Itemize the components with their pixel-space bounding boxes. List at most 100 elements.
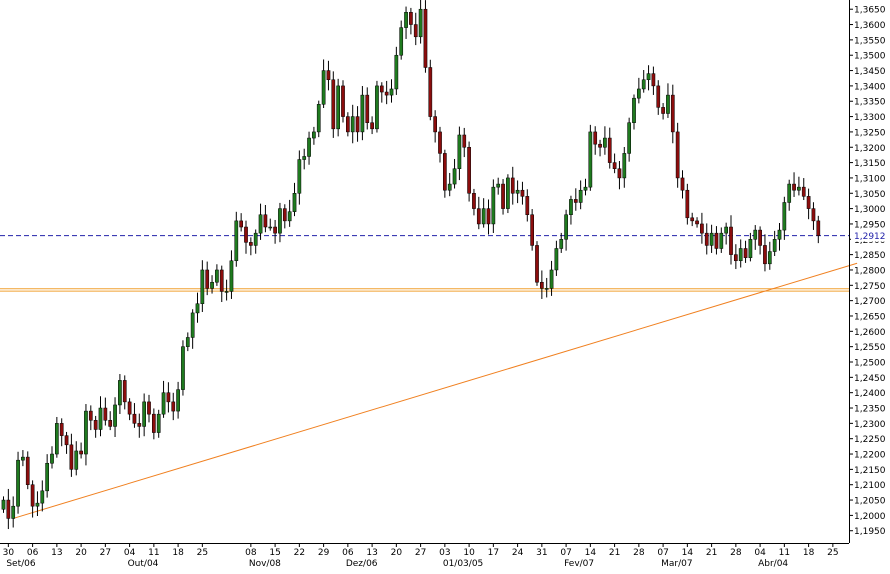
candle-body-down	[127, 401, 132, 415]
candle-body-down	[103, 407, 108, 421]
candle-body-up	[375, 85, 379, 130]
candle-body-down	[59, 423, 64, 436]
y-tick-label: 1,3200	[854, 144, 886, 154]
candle-body-down	[64, 435, 69, 446]
candle-body-down	[607, 137, 612, 163]
candle-body-up	[98, 407, 103, 430]
candle	[656, 80, 661, 115]
y-tick-label: 1,2800	[854, 266, 886, 276]
candle	[443, 149, 447, 198]
candle-body-down	[758, 229, 762, 246]
candle-body-up	[719, 232, 724, 249]
x-tick-label: 30	[3, 548, 15, 558]
candle	[777, 223, 782, 251]
y-tick-label: 1,3100	[854, 174, 886, 184]
candle	[316, 100, 321, 138]
candle	[554, 240, 559, 276]
candle-body-down	[379, 85, 384, 93]
x-tick-label: 18	[803, 548, 815, 558]
candle-body-down	[472, 193, 476, 209]
candle	[719, 227, 724, 253]
candle	[467, 141, 471, 202]
y-tick-label: 1,1950	[854, 527, 886, 537]
candle-body-down	[171, 401, 176, 412]
candle-body-down	[714, 232, 719, 249]
candle	[423, 0, 428, 73]
candle	[811, 202, 816, 230]
candle-body-up	[399, 27, 404, 56]
candle-body-up	[549, 269, 554, 289]
candle-body-up	[176, 389, 180, 412]
candle-body-down	[700, 223, 704, 234]
candle-body-up	[74, 450, 79, 470]
x-month-label: Out/04	[128, 559, 159, 569]
candle-body-up	[646, 73, 651, 81]
candle	[404, 6, 408, 39]
candle-body-down	[132, 413, 137, 424]
candle-body-down	[30, 484, 35, 507]
candle	[462, 127, 467, 158]
candle	[302, 148, 307, 170]
candle-body-up	[16, 459, 20, 507]
candle-body-up	[156, 413, 161, 433]
candle-body-up	[292, 193, 297, 212]
candle	[171, 392, 176, 421]
x-tick-label: 13	[51, 548, 62, 558]
x-tick-label: 03	[439, 548, 450, 558]
candle	[331, 71, 336, 138]
candle	[753, 225, 758, 250]
candle	[530, 209, 534, 251]
y-tick-label: 1,3000	[854, 205, 886, 215]
candle-body-up	[777, 229, 782, 240]
candle	[758, 226, 762, 255]
candle	[413, 12, 418, 46]
candle-body-up	[161, 392, 166, 415]
candle-body-down	[409, 12, 413, 25]
candle	[258, 203, 263, 240]
candle	[365, 87, 370, 130]
candle	[103, 397, 108, 426]
candle-body-down	[743, 248, 748, 258]
x-tick-label: 04	[754, 548, 766, 558]
candle-body-down	[540, 281, 544, 289]
candle	[370, 116, 374, 135]
candle-body-down	[370, 122, 374, 130]
x-tick-label: 17	[488, 548, 499, 558]
y-tick-label: 1,2750	[854, 282, 886, 292]
y-tick-label: 1,2050	[854, 497, 886, 507]
candle-body-up	[297, 159, 302, 194]
candle	[263, 204, 268, 233]
candle	[273, 219, 277, 244]
candle	[738, 239, 743, 268]
candle-body-down	[734, 254, 738, 262]
candle-body-up	[360, 94, 365, 133]
candle-body-up	[753, 229, 758, 240]
candle	[375, 80, 379, 133]
candle-body-down	[467, 147, 471, 194]
y-tick-label: 1,3600	[854, 21, 886, 31]
y-tick-label: 1,2450	[854, 374, 886, 384]
candle	[219, 265, 224, 303]
candle	[535, 241, 539, 286]
candle	[641, 70, 646, 93]
candle	[98, 396, 103, 437]
candle-body-down	[365, 94, 370, 123]
x-tick-label: 10	[463, 548, 475, 558]
candle	[816, 215, 821, 244]
candle-body-down	[651, 73, 656, 87]
candle	[297, 150, 302, 205]
candle-body-up	[224, 291, 229, 293]
candle	[603, 126, 607, 155]
y-tick-label: 1,3500	[854, 52, 886, 62]
candle-body-down	[355, 116, 360, 133]
candle-body-down	[423, 8, 428, 68]
candle	[588, 124, 593, 191]
candle	[11, 496, 16, 528]
candle	[292, 182, 297, 217]
candles	[1, 0, 821, 530]
candle-body-down	[656, 85, 661, 108]
candle-body-down	[6, 499, 11, 519]
candle-body-down	[462, 134, 467, 148]
y-tick-label: 1,2950	[854, 220, 886, 230]
candle	[156, 409, 161, 438]
